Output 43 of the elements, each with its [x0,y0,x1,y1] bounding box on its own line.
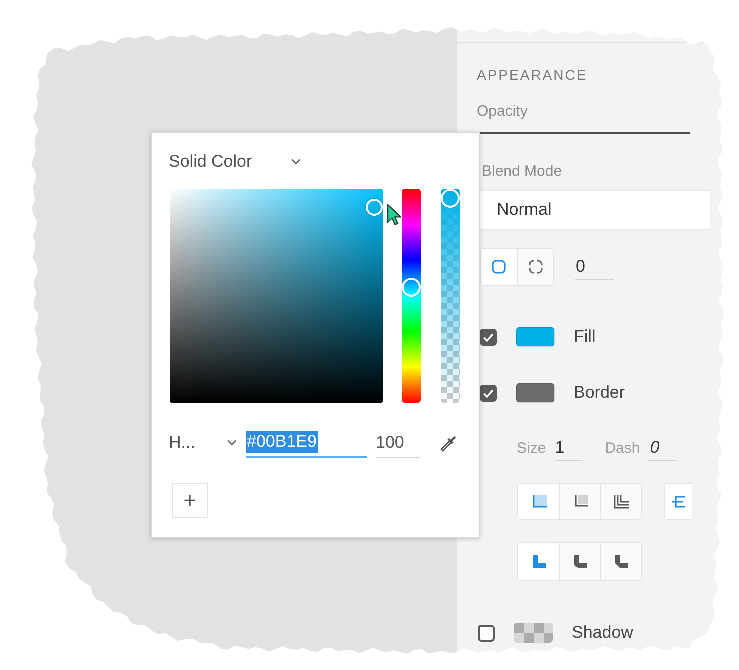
miter-join-icon [530,554,546,570]
checkbox[interactable] [480,328,497,346]
eyedropper-icon[interactable] [440,434,458,452]
stroke-cap-icon [670,494,686,510]
corner-mode-button[interactable] [481,249,517,285]
color-thumb[interactable] [366,198,383,216]
inner-stroke-icon [530,494,546,510]
alpha-slider-track[interactable] [441,189,460,403]
border-size-input[interactable]: 1 [555,435,584,461]
chevron-down-icon [291,159,301,165]
add-swatch-button[interactable]: + [172,483,208,518]
blend-mode-label: Blend Mode [482,163,562,181]
opacity-label: Opacity [477,103,528,121]
chevron-down-icon [227,440,237,446]
blend-mode-dropdown[interactable]: Normal [480,190,710,230]
color-mode-dropdown[interactable]: H... [169,428,237,458]
dash-input[interactable]: 0 [648,435,676,461]
color-swatch-icon[interactable] [516,327,555,347]
color-swatch-icon[interactable] [516,383,555,403]
checkered-swatch-icon[interactable] [514,623,553,643]
alpha-slider-thumb[interactable] [441,189,460,208]
saturation-brightness-field[interactable] [170,189,383,403]
corner-radius-input[interactable]: 0 [575,254,614,280]
hue-slider-thumb[interactable] [402,278,421,297]
checkbox[interactable] [478,624,495,642]
center-stroke-icon [572,494,588,510]
stroke-join-button[interactable] [518,543,559,580]
style-label: Fill [574,327,596,347]
checkbox[interactable] [480,384,497,402]
opacity-input[interactable]: 100 [376,428,420,458]
dashed-corners-icon [528,259,544,275]
round-join-icon [572,554,588,570]
outer-stroke-icon [613,494,629,510]
hue-slider-track[interactable] [402,189,421,403]
style-label: Border [574,383,626,403]
section-heading: APPEARANCE [477,66,588,85]
fill-type-dropdown[interactable]: Solid Color [169,152,301,172]
dash-label: Dash [605,440,640,456]
rounded-square-icon [491,259,507,275]
size-label: Size [517,440,546,456]
bevel-join-icon [613,554,629,570]
mouse-cursor-icon [387,204,402,226]
style-label: Shadow [572,623,634,643]
